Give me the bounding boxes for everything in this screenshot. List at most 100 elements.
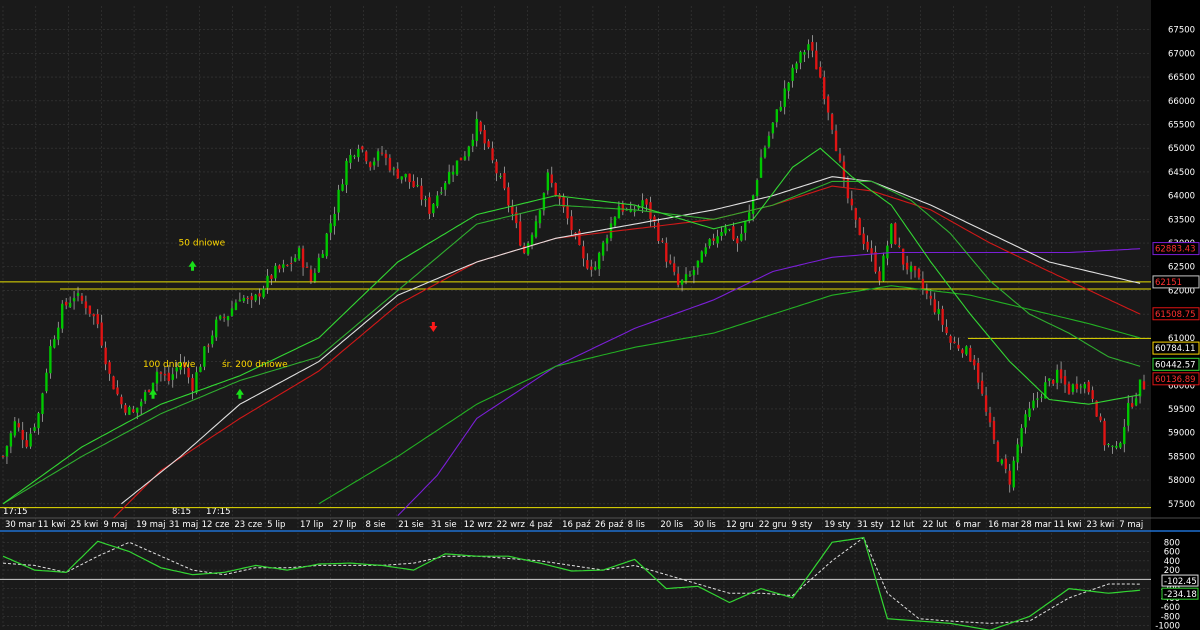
candle-down [84, 301, 88, 309]
candle-up [53, 339, 56, 348]
candle-down [384, 153, 388, 158]
candle-up [641, 200, 644, 207]
candle-down [961, 349, 964, 354]
candle-up [704, 247, 707, 255]
candle-up [1012, 460, 1015, 488]
candle-down [511, 206, 514, 214]
candle-down [428, 197, 431, 214]
candle-up [680, 280, 684, 285]
time-label: 17:15 [3, 507, 28, 517]
candle-up [546, 172, 550, 191]
candle-down [945, 326, 948, 334]
candle-up [424, 199, 427, 201]
x-tick-label: 7 maj [1119, 520, 1143, 530]
candle-down [112, 376, 115, 390]
candle-up [890, 223, 893, 244]
candle-down [17, 423, 20, 428]
y-tick-label: 58000 [1168, 476, 1195, 486]
candle-down [365, 151, 368, 162]
candle-up [293, 257, 297, 262]
candle-up [1036, 398, 1039, 400]
candle-up [1040, 396, 1043, 398]
candle-up [759, 157, 763, 178]
candle-up [226, 316, 230, 321]
candle-down [258, 293, 261, 297]
x-tick-label: 21 sie [398, 520, 424, 530]
candle-up [57, 327, 60, 340]
candle-up [594, 267, 597, 270]
candle-down [850, 198, 854, 206]
candle-up [215, 319, 218, 338]
price-tag-label: 60784.11 [1155, 344, 1196, 354]
candle-up [1111, 445, 1114, 447]
candle-up [475, 118, 478, 141]
y-tick-label: 57500 [1168, 500, 1195, 510]
price-tag-label: 61508.75 [1155, 310, 1196, 320]
chart-svg: 67500 67000 66500 66000 65500 65000 64500 64000… [0, 0, 1200, 630]
candle-up [886, 245, 889, 259]
candle-up [1119, 442, 1122, 448]
candle-up [416, 185, 419, 187]
candle-down [866, 241, 869, 250]
candle-down [834, 130, 838, 152]
candle-down [862, 233, 865, 244]
candle-up [807, 44, 810, 51]
candle-up [471, 139, 475, 147]
candle-up [1134, 398, 1138, 406]
candle-down [491, 148, 494, 161]
candle-up [799, 51, 802, 63]
candle-down [1130, 403, 1134, 407]
candle-down [380, 152, 384, 154]
candle-up [1079, 386, 1083, 388]
candle-up [203, 346, 206, 367]
candle-up [605, 238, 609, 244]
candle-down [507, 187, 510, 206]
candle-down [898, 245, 901, 247]
candle-up [325, 233, 328, 257]
candle-up [349, 154, 352, 163]
x-tick-label: 23 cze [234, 520, 262, 530]
candle-down [621, 203, 625, 212]
candle-down [147, 389, 151, 393]
candle-up [530, 234, 534, 246]
candle-up [1024, 414, 1027, 428]
candle-down [278, 265, 281, 270]
x-tick-label: 12 wrz [464, 520, 493, 530]
candle-down [732, 226, 735, 240]
candle-down [88, 305, 92, 314]
candle-up [68, 302, 72, 307]
candle-up [633, 210, 636, 212]
candle-down [420, 185, 423, 200]
x-tick-label: 31 sty [857, 520, 883, 530]
candle-down [566, 205, 569, 219]
candle-down [973, 359, 976, 366]
candle-up [783, 88, 786, 107]
candle-up [1127, 402, 1130, 426]
candle-down [554, 183, 557, 196]
candle-down [953, 341, 956, 343]
candle-down [894, 223, 897, 245]
candle-up [49, 346, 52, 374]
candle-up [1055, 369, 1059, 383]
candle-up [795, 63, 798, 70]
candle-up [400, 176, 403, 180]
candle-up [1107, 443, 1110, 445]
candle-down [830, 114, 834, 130]
candle-down [838, 153, 842, 161]
candle-up [1000, 459, 1004, 464]
x-tick-label: 20 lis [660, 520, 683, 530]
candle-up [143, 392, 147, 401]
candle-down [1075, 383, 1079, 390]
osc-y-tick-label: -1000 [1155, 622, 1180, 630]
candle-up [1048, 378, 1051, 381]
candle-down [672, 263, 676, 272]
candle-down [116, 387, 119, 395]
candle-up [432, 203, 435, 214]
candle-down [980, 380, 984, 394]
candle-down [905, 262, 909, 270]
candle-down [483, 130, 486, 144]
y-tick-label: 66000 [1168, 97, 1195, 107]
candle-down [286, 264, 289, 266]
candle-up [41, 393, 44, 414]
candle-down [823, 77, 826, 100]
